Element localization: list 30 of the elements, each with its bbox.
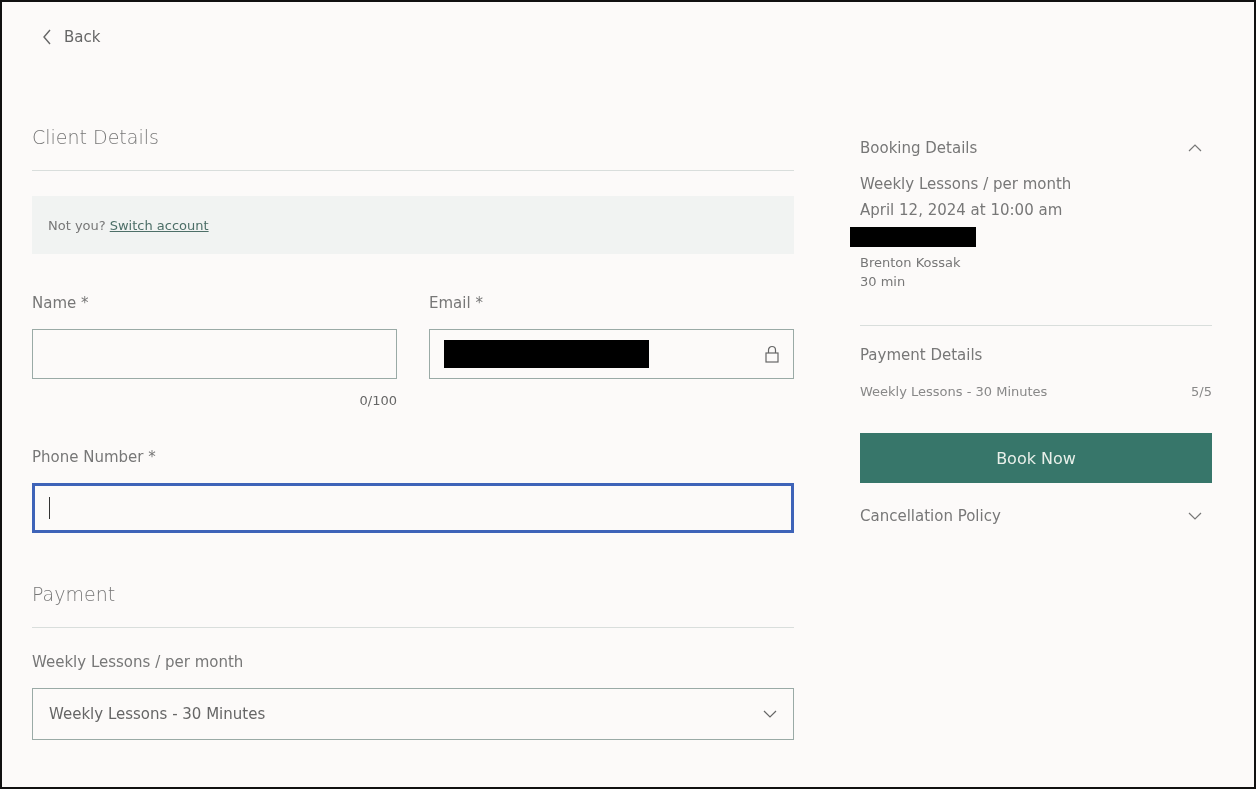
chevron-down-icon[interactable] xyxy=(1188,512,1202,520)
character-counter: 0/100 xyxy=(358,393,397,408)
back-link[interactable]: Back xyxy=(42,28,101,46)
lock-icon xyxy=(765,345,779,363)
text-cursor xyxy=(49,497,50,519)
service-name: Weekly Lessons / per month xyxy=(860,175,1073,193)
payment-count: 5/5 xyxy=(1191,384,1212,399)
chevron-up-icon[interactable] xyxy=(1188,144,1202,152)
payment-details-title: Payment Details xyxy=(860,346,984,364)
booking-datetime: April 12, 2024 at 10:00 am xyxy=(860,201,1064,219)
payment-item: Weekly Lessons - 30 Minutes xyxy=(860,384,1048,399)
field-label: Phone Number * xyxy=(32,448,157,466)
dropdown[interactable]: Weekly Lessons - 30 Minutes xyxy=(32,688,794,740)
cancellation-policy-title: Cancellation Policy xyxy=(860,507,1001,525)
book-now-button[interactable]: Book Now xyxy=(860,433,1212,483)
duration: 30 min xyxy=(860,274,907,289)
notice-text: Not you? xyxy=(48,217,106,233)
staff-name: Brenton Kossak xyxy=(860,255,962,270)
field-label: Name * xyxy=(32,294,90,312)
chevron-down-icon xyxy=(763,710,777,718)
field-label: Email * xyxy=(429,294,484,312)
chevron-left-icon xyxy=(42,29,52,45)
input-field[interactable] xyxy=(32,329,397,379)
input-field[interactable] xyxy=(32,483,794,533)
section-title: Client Details xyxy=(32,126,160,150)
input-field[interactable] xyxy=(429,329,794,379)
switch-account-link[interactable]: Switch account xyxy=(109,217,209,233)
field-label: Weekly Lessons / per month xyxy=(32,653,245,671)
booking-details-title: Booking Details xyxy=(860,139,978,157)
section-title: Payment xyxy=(32,583,117,607)
